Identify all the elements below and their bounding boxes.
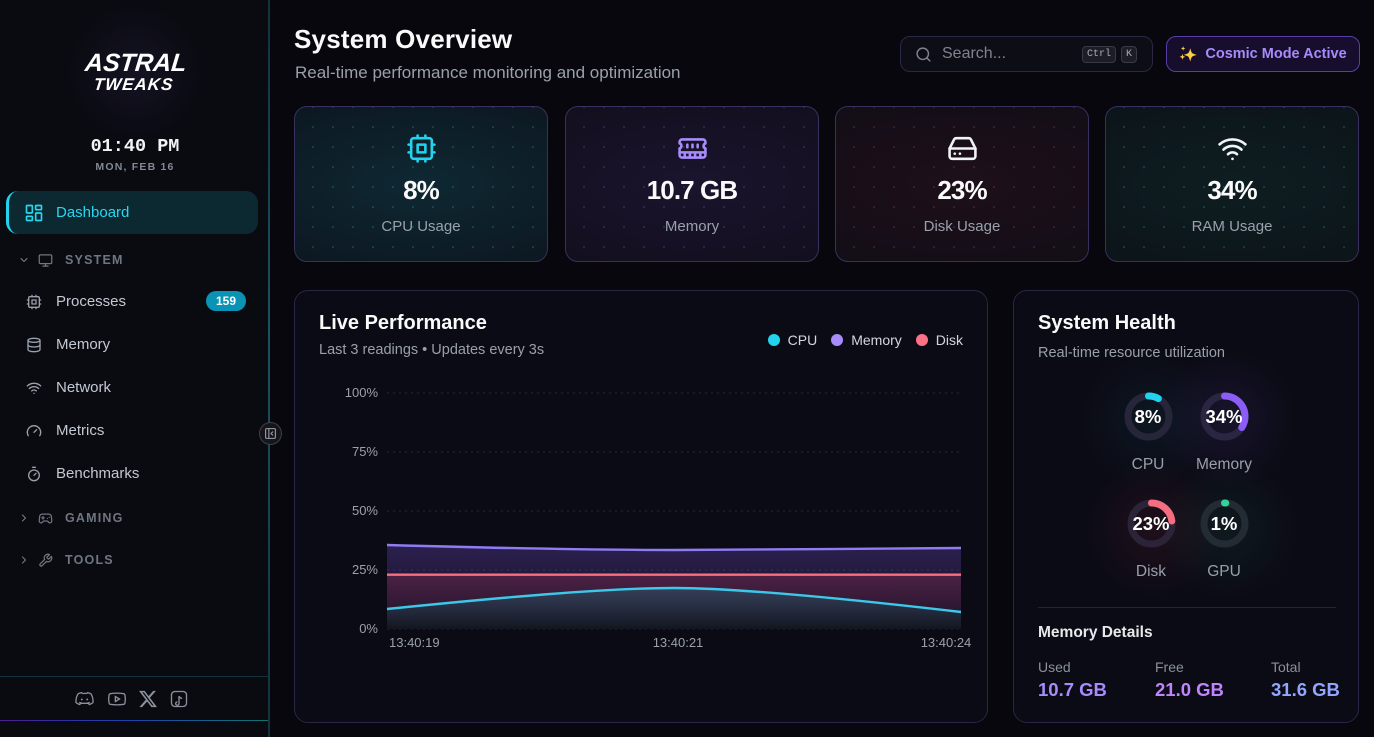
svg-text:75%: 75% xyxy=(352,444,378,459)
svg-text:25%: 25% xyxy=(352,562,378,577)
svg-text:0%: 0% xyxy=(359,621,378,636)
svg-text:13:40:21: 13:40:21 xyxy=(653,635,704,650)
svg-text:13:40:24: 13:40:24 xyxy=(921,635,972,650)
svg-text:100%: 100% xyxy=(345,385,379,400)
svg-text:13:40:19: 13:40:19 xyxy=(389,635,440,650)
svg-text:50%: 50% xyxy=(352,503,378,518)
